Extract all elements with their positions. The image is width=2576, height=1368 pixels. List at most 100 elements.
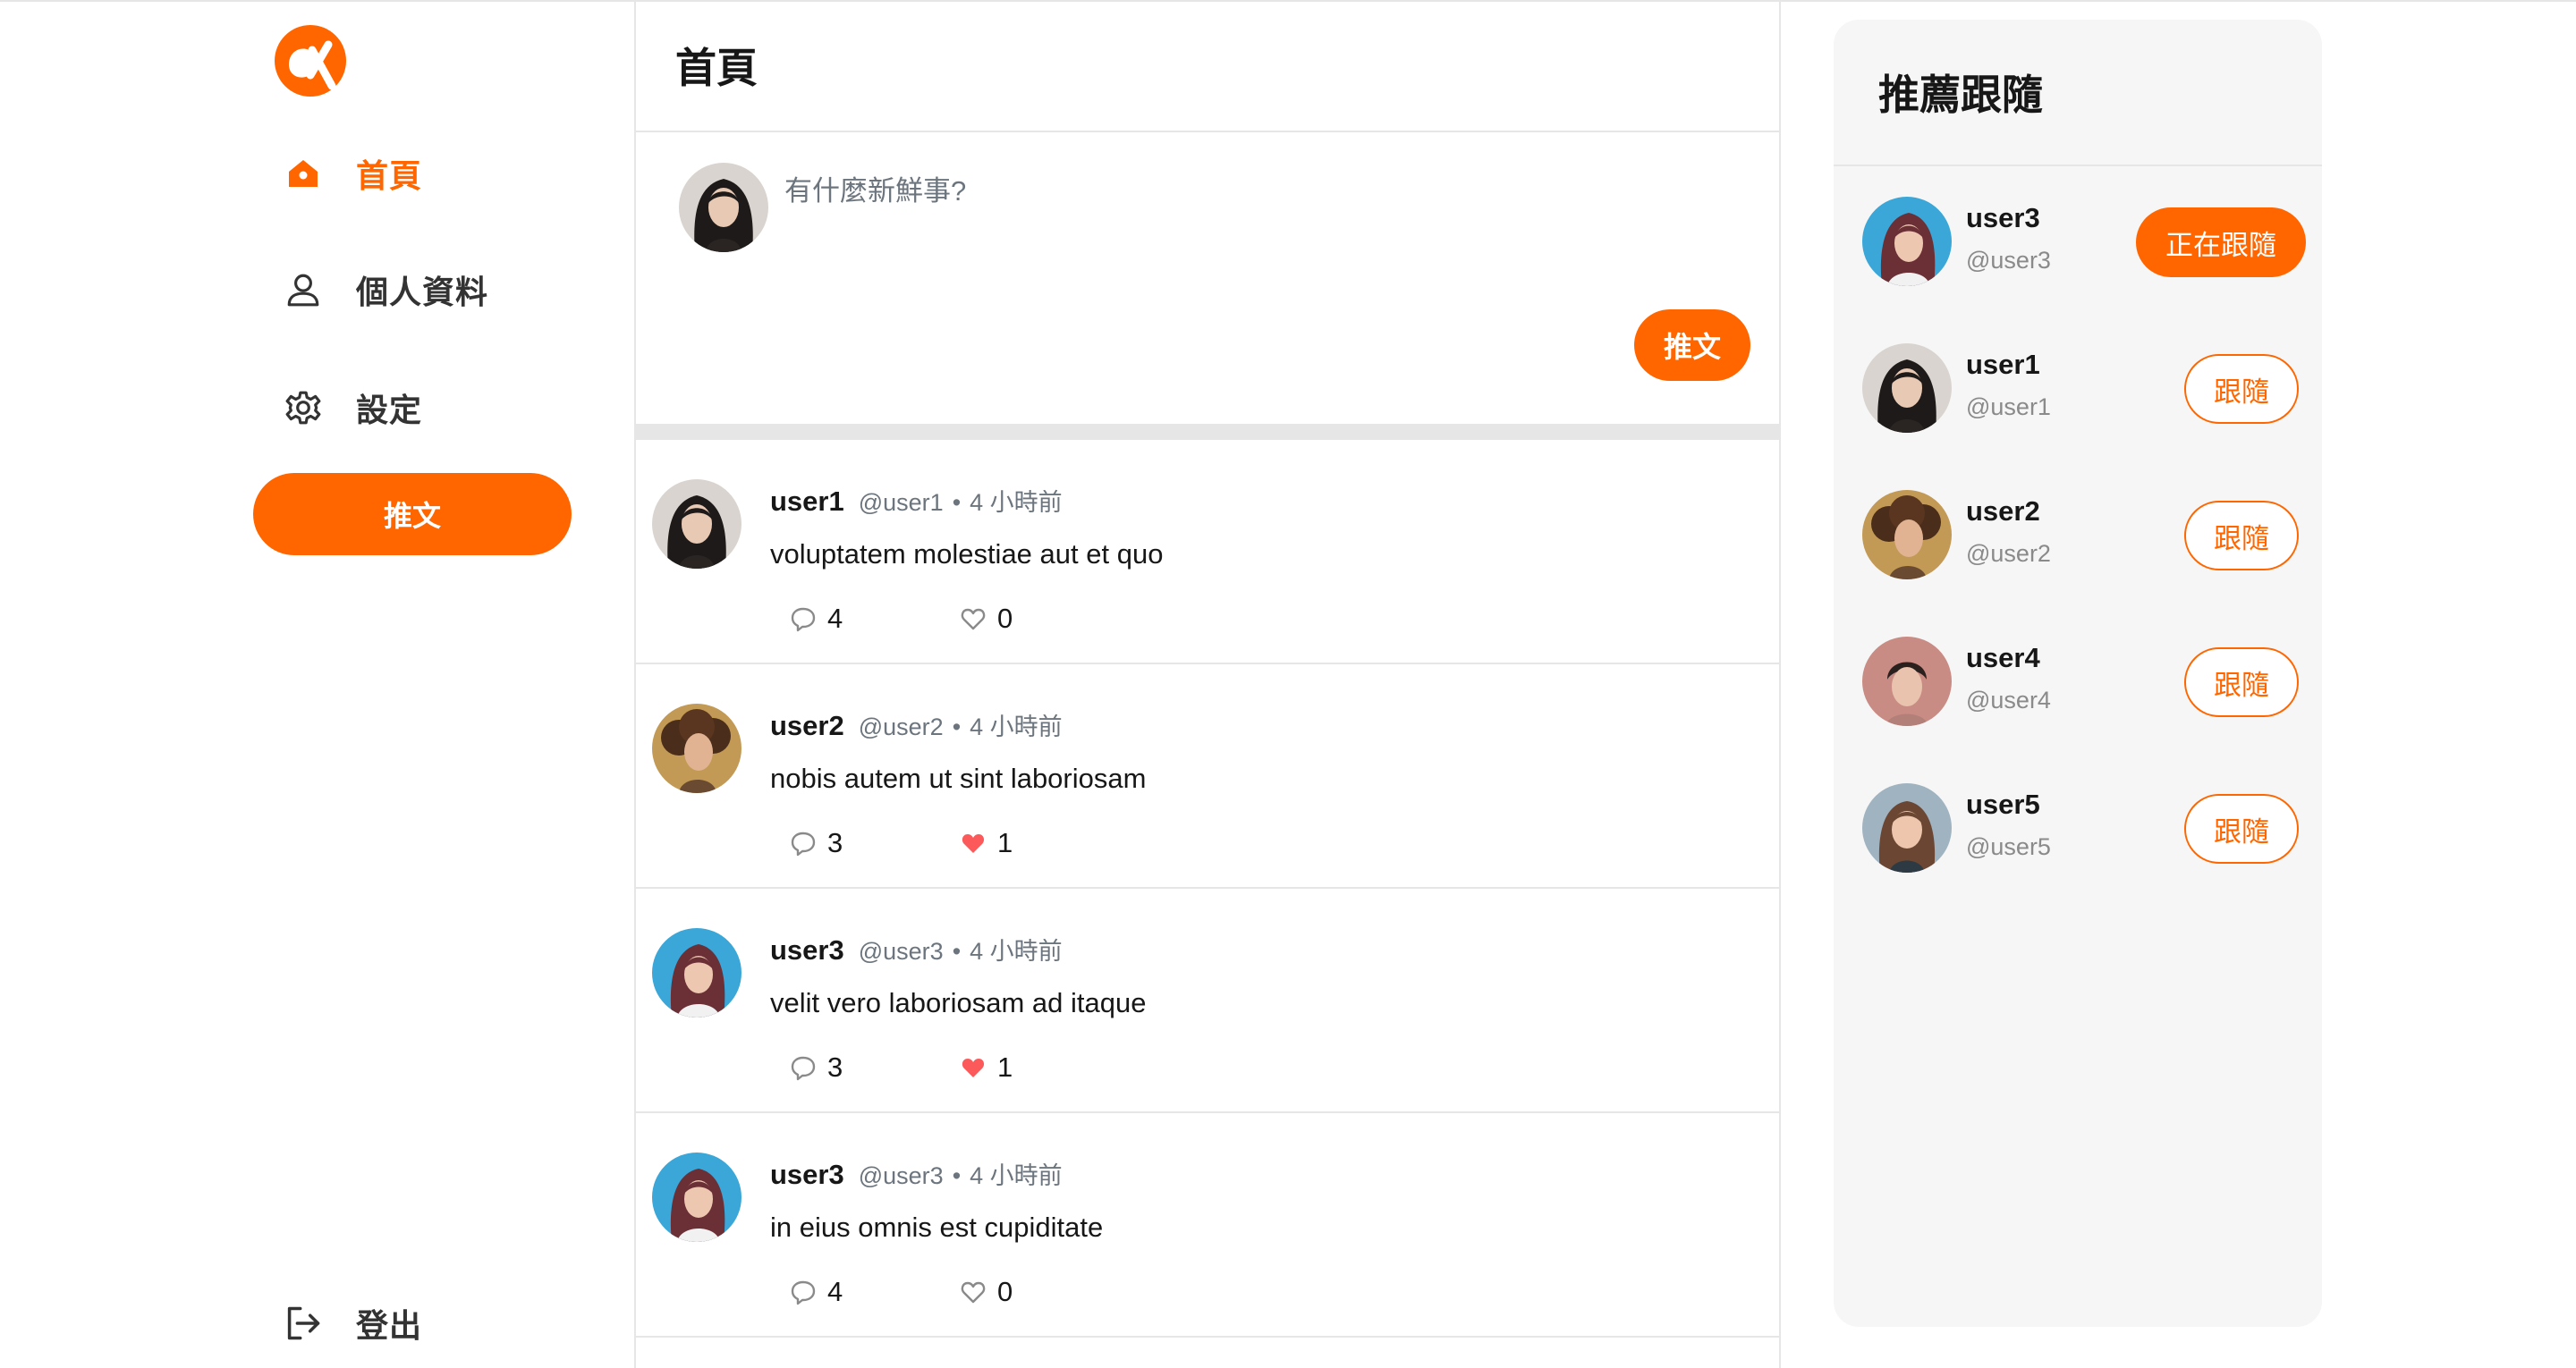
- avatar[interactable]: [1862, 637, 1952, 726]
- tweet-author-handle: @user2: [858, 714, 944, 740]
- avatar[interactable]: [1862, 490, 1952, 579]
- tweet-meta: user3 @user3 • 4 小時前: [770, 932, 1063, 967]
- like-button[interactable]: 1: [960, 827, 1130, 859]
- heart-filled-icon: [962, 1059, 985, 1077]
- follow-button[interactable]: 跟隨: [2184, 647, 2299, 717]
- avatar[interactable]: [652, 928, 741, 1018]
- avatar[interactable]: [1862, 783, 1952, 873]
- logout-icon: [277, 1297, 329, 1349]
- tweet-author-name[interactable]: user1: [770, 486, 844, 518]
- like-button[interactable]: 0: [960, 1276, 1130, 1308]
- reply-button[interactable]: 3: [790, 1051, 960, 1084]
- recommend-header: 推薦跟隨: [1834, 20, 2322, 166]
- tweet-time: 4 小時前: [970, 489, 1063, 516]
- tweet-author-handle: @user3: [858, 938, 944, 965]
- heart-outline-icon: [961, 1281, 986, 1304]
- nav-item-profile[interactable]: 個人資料: [277, 254, 488, 325]
- gear-icon: [277, 382, 329, 434]
- avatar[interactable]: [679, 163, 768, 252]
- like-button[interactable]: 0: [960, 603, 1130, 635]
- tweet-actions: 3 1: [790, 1050, 1130, 1085]
- recommend-user-name[interactable]: user5: [1966, 789, 2040, 821]
- tweet-meta: user2 @user2 • 4 小時前: [770, 707, 1063, 742]
- compose-tweet-button[interactable]: 推文: [1634, 309, 1750, 381]
- follow-button[interactable]: 跟隨: [2184, 501, 2299, 570]
- tweet-item[interactable]: user2 @user2 • 4 小時前 nobis autem ut sint…: [636, 664, 1779, 889]
- tweet-body: velit vero laboriosam ad itaque: [770, 987, 1147, 1018]
- reply-button[interactable]: 4: [790, 603, 960, 635]
- recommend-user-handle: @user1: [1966, 393, 2051, 420]
- reply-button[interactable]: 4: [790, 1276, 960, 1308]
- tweet-author-handle: @user3: [858, 1162, 944, 1189]
- avatar[interactable]: [1862, 343, 1952, 433]
- tweet-meta: user3 @user3 • 4 小時前: [770, 1156, 1063, 1191]
- tweet-time: 4 小時前: [970, 1162, 1063, 1189]
- nav-item-label: 個人資料: [356, 274, 489, 310]
- tweet-body: nobis autem ut sint laboriosam: [770, 763, 1147, 794]
- recommend-user-handle: @user5: [1966, 833, 2051, 860]
- heart-filled-icon: [962, 834, 985, 853]
- recommend-user-name[interactable]: user3: [1966, 202, 2040, 234]
- reply-count: 4: [827, 603, 843, 634]
- tweet-actions: 4 0: [790, 601, 1130, 637]
- tweet-author-name[interactable]: user2: [770, 710, 844, 742]
- compose-input[interactable]: 有什麼新鮮事?: [784, 168, 966, 208]
- recommend-user-row: user2 @user2 跟隨: [1834, 490, 2322, 579]
- follow-button[interactable]: 跟隨: [2184, 794, 2299, 864]
- dot-separator: •: [952, 489, 962, 516]
- tweet-author-name[interactable]: user3: [770, 1159, 844, 1191]
- tweet-composer: 有什麼新鮮事? 推文: [636, 132, 1779, 424]
- home-icon: [277, 148, 329, 199]
- comment-icon: [791, 832, 816, 857]
- tweet-author-name[interactable]: user3: [770, 934, 844, 967]
- recommend-user-name[interactable]: user2: [1966, 495, 2040, 528]
- avatar[interactable]: [1862, 197, 1952, 286]
- main-header: 首頁: [636, 0, 1779, 132]
- recommend-panel: 推薦跟隨 user3 @user3 正在跟隨 user1 @user1 跟隨 u…: [1834, 20, 2322, 1327]
- nav-item-settings[interactable]: 設定: [277, 372, 422, 443]
- tweet-item[interactable]: user1 @user1 • 4 小時前 voluptatem molestia…: [636, 440, 1779, 664]
- tweet-body: in eius omnis est cupiditate: [770, 1212, 1104, 1243]
- alpha-logo[interactable]: [273, 23, 348, 98]
- main-timeline: 首頁 有什麼新鮮事? 推文 user1 @user1 • 4 小時前 volup…: [634, 0, 1781, 1368]
- like-count: 1: [997, 1051, 1013, 1083]
- reply-button[interactable]: 3: [790, 827, 960, 859]
- heart-outline-icon: [961, 608, 986, 630]
- nav-item-label: 首頁: [356, 157, 423, 194]
- tweet-actions: 3 1: [790, 825, 1130, 861]
- recommend-title: 推薦跟隨: [1878, 72, 2043, 118]
- recommend-user-handle: @user4: [1966, 687, 2051, 714]
- section-divider: [636, 424, 1779, 440]
- logout-button[interactable]: 登出: [277, 1288, 422, 1359]
- like-button[interactable]: 1: [960, 1051, 1130, 1084]
- like-count: 0: [997, 603, 1013, 634]
- dot-separator: •: [952, 714, 962, 740]
- recommend-user-name[interactable]: user4: [1966, 642, 2040, 674]
- avatar[interactable]: [652, 704, 741, 793]
- recommend-user-name[interactable]: user1: [1966, 349, 2040, 381]
- tweet-item[interactable]: user3 @user3 • 4 小時前 in eius omnis est c…: [636, 1113, 1779, 1338]
- comment-icon: [791, 1056, 816, 1081]
- recommend-user-row: user4 @user4 跟隨: [1834, 637, 2322, 726]
- avatar[interactable]: [652, 1153, 741, 1242]
- logout-label: 登出: [356, 1307, 423, 1344]
- tweet-item[interactable]: user3 @user3 • 4 小時前 velit vero laborios…: [636, 889, 1779, 1113]
- like-count: 1: [997, 827, 1013, 858]
- reply-count: 3: [827, 827, 843, 858]
- tweet-time: 4 小時前: [970, 714, 1063, 740]
- comment-icon: [791, 1280, 816, 1305]
- recommend-user-row: user5 @user5 跟隨: [1834, 783, 2322, 873]
- sidebar-tweet-button[interactable]: 推文: [253, 473, 572, 555]
- tweet-body: voluptatem molestiae aut et quo: [770, 538, 1164, 570]
- following-button[interactable]: 正在跟隨: [2136, 207, 2306, 277]
- reply-count: 4: [827, 1276, 843, 1307]
- comment-icon: [791, 607, 816, 632]
- follow-button[interactable]: 跟隨: [2184, 354, 2299, 424]
- nav-item-home[interactable]: 首頁: [277, 138, 422, 209]
- tweet-author-handle: @user1: [858, 489, 944, 516]
- recommend-user-row: user3 @user3 正在跟隨: [1834, 197, 2322, 286]
- recommend-user-handle: @user2: [1966, 540, 2051, 567]
- avatar[interactable]: [652, 479, 741, 569]
- like-count: 0: [997, 1276, 1013, 1307]
- recommend-user-row: user1 @user1 跟隨: [1834, 343, 2322, 433]
